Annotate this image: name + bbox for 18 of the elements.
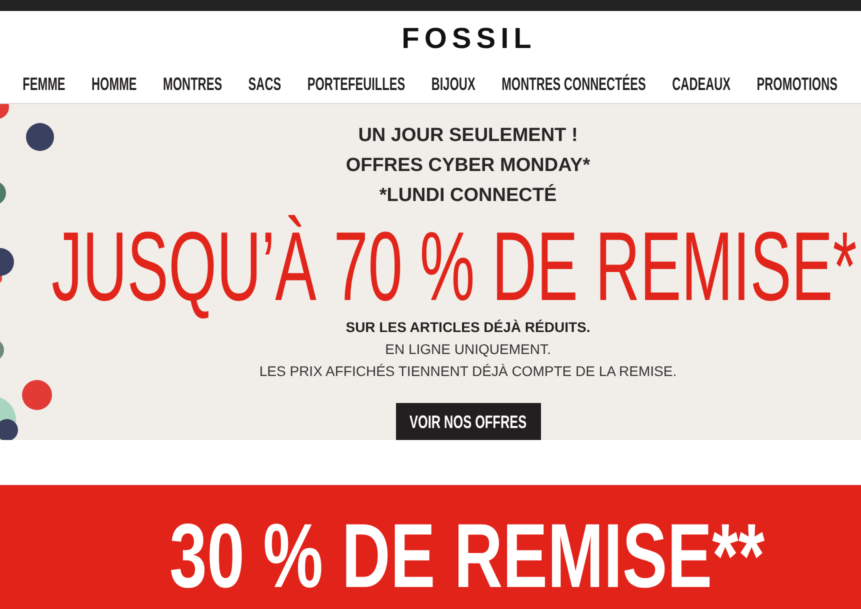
nav-link[interactable]: PROMOTIONS <box>757 75 838 93</box>
nav-link[interactable]: PORTEFEUILLES <box>308 75 406 93</box>
nav-link[interactable]: CADEAUX <box>672 75 731 93</box>
details-text: SUR LES ARTICLES DÉJÀ RÉDUITS. <box>346 318 590 337</box>
tagline-text: *LUNDI CONNECTÉ <box>379 183 557 208</box>
details-text: EN LIGNE UNIQUEMENT. <box>385 340 551 359</box>
promo-headline: 30 % DE REMISE** <box>170 511 766 602</box>
nav-link[interactable]: FEMME <box>23 75 66 93</box>
nav-link[interactable]: MONTRES CONNECTÉES <box>502 75 646 93</box>
nav-link[interactable]: SACS <box>248 75 282 93</box>
tagline-text: UN JOUR SEULEMENT ! <box>358 124 578 148</box>
nav-link[interactable]: HOMME <box>92 75 138 93</box>
details-text: LES PRIX AFFICHÉS TIENNENT DÉJÀ COMPTE DE LA REMISE. <box>259 362 677 381</box>
nav-link[interactable]: MONTRES <box>163 75 222 93</box>
tagline-text: OFFRES CYBER MONDAY* <box>346 154 590 178</box>
brand-logo[interactable]: FOSSIL <box>402 25 536 54</box>
offers-button[interactable]: VOIR NOS OFFRES <box>396 403 540 440</box>
nav-link[interactable]: BIJOUX <box>432 75 476 93</box>
